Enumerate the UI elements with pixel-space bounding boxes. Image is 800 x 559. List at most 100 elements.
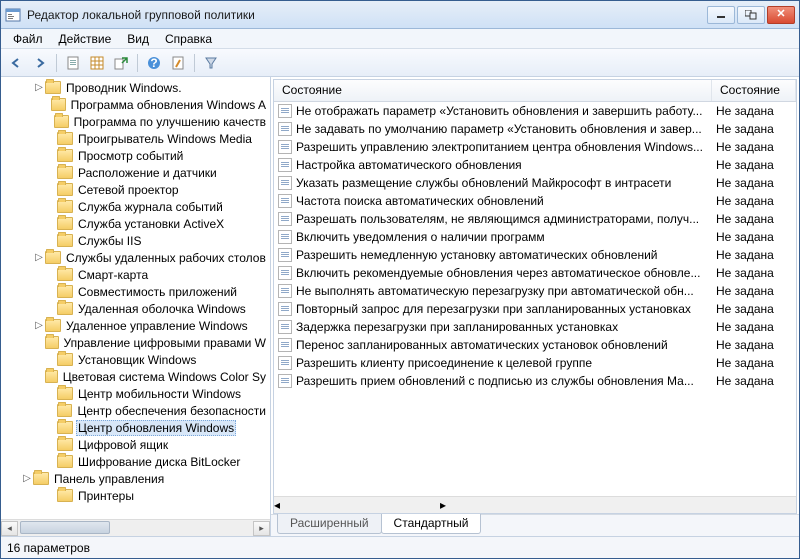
folder-icon bbox=[57, 149, 73, 162]
list-row[interactable]: Не отображать параметр «Установить обнов… bbox=[274, 102, 796, 120]
list-row[interactable]: Разрешить прием обновлений с подписью из… bbox=[274, 372, 796, 390]
list-row[interactable]: Включить рекомендуемые обновления через … bbox=[274, 264, 796, 282]
policy-name: Перенос запланированных автоматических у… bbox=[296, 338, 716, 352]
tab-standard[interactable]: Стандартный bbox=[381, 514, 482, 534]
tree-item[interactable]: Служба установки ActiveX bbox=[1, 215, 270, 232]
list-row[interactable]: Перенос запланированных автоматических у… bbox=[274, 336, 796, 354]
list-row[interactable]: Разрешать пользователям, не являющимся а… bbox=[274, 210, 796, 228]
tab-extended[interactable]: Расширенный bbox=[277, 514, 382, 534]
list-row[interactable]: Разрешить управлению электропитанием цен… bbox=[274, 138, 796, 156]
list-row[interactable]: Не задавать по умолчанию параметр «Устан… bbox=[274, 120, 796, 138]
policy-icon bbox=[278, 248, 292, 262]
tree-item[interactable]: ▷Проводник Windows. bbox=[1, 79, 270, 96]
tree-item[interactable]: Центр мобильности Windows bbox=[1, 385, 270, 402]
tree-item[interactable]: Службы IIS bbox=[1, 232, 270, 249]
tree-hscroll[interactable]: ◂ ▸ bbox=[1, 519, 270, 536]
list-row[interactable]: Повторный запрос для перезагрузки при за… bbox=[274, 300, 796, 318]
toolbar-sheet-icon[interactable] bbox=[62, 52, 84, 74]
tree-item[interactable]: Просмотр событий bbox=[1, 147, 270, 164]
list-hscroll[interactable]: ◂ ▸ bbox=[274, 496, 796, 513]
list-row[interactable]: Включить уведомления о наличии программН… bbox=[274, 228, 796, 246]
toolbar-properties-icon[interactable] bbox=[167, 52, 189, 74]
expand-icon[interactable]: ▷ bbox=[33, 82, 45, 93]
tree-item[interactable]: Проигрыватель Windows Media bbox=[1, 130, 270, 147]
scroll-thumb[interactable] bbox=[20, 521, 110, 534]
toolbar-export-icon[interactable] bbox=[110, 52, 132, 74]
list-row[interactable]: Разрешить клиенту присоединение к целево… bbox=[274, 354, 796, 372]
column-state[interactable]: Состояние bbox=[712, 80, 796, 101]
tree-item[interactable]: Сетевой проектор bbox=[1, 181, 270, 198]
folder-icon bbox=[45, 319, 61, 332]
tree-list[interactable]: ▷Проводник Windows. Программа обновления … bbox=[1, 77, 270, 519]
tree-item[interactable]: Управление цифровыми правами W bbox=[1, 334, 270, 351]
menu-action[interactable]: Действие bbox=[51, 30, 120, 48]
folder-icon bbox=[57, 200, 73, 213]
policy-name: Разрешить прием обновлений с подписью из… bbox=[296, 374, 716, 388]
list-row[interactable]: Задержка перезагрузки при запланированны… bbox=[274, 318, 796, 336]
tree-item-label: Цифровой ящик bbox=[76, 438, 170, 452]
policy-name: Повторный запрос для перезагрузки при за… bbox=[296, 302, 716, 316]
column-name[interactable]: Состояние bbox=[274, 80, 712, 101]
back-button[interactable] bbox=[5, 52, 27, 74]
forward-button[interactable] bbox=[29, 52, 51, 74]
policy-state: Не задана bbox=[716, 284, 794, 298]
tree-item-label: Сетевой проектор bbox=[76, 183, 181, 197]
tree-item[interactable]: Совместимость приложений bbox=[1, 283, 270, 300]
menu-help[interactable]: Справка bbox=[157, 30, 220, 48]
tree-item-label: Программа по улучшению качеств bbox=[72, 115, 268, 129]
tree-item[interactable]: ▷Панель управления bbox=[1, 470, 270, 487]
maximize-button[interactable] bbox=[737, 6, 765, 24]
expand-icon[interactable]: ▷ bbox=[33, 252, 45, 263]
tree-item[interactable]: Центр обновления Windows bbox=[1, 419, 270, 436]
folder-icon bbox=[57, 268, 73, 281]
list-row[interactable]: Указать размещение службы обновлений Май… bbox=[274, 174, 796, 192]
list-body[interactable]: Не отображать параметр «Установить обнов… bbox=[274, 102, 796, 496]
tree-item[interactable]: Программа обновления Windows A bbox=[1, 96, 270, 113]
tree-item[interactable]: Цветовая система Windows Color Sy bbox=[1, 368, 270, 385]
policy-icon bbox=[278, 356, 292, 370]
help-button[interactable]: ? bbox=[143, 52, 165, 74]
tree-item[interactable]: Смарт-карта bbox=[1, 266, 270, 283]
close-button[interactable]: ✕ bbox=[767, 6, 795, 24]
list-row[interactable]: Частота поиска автоматических обновлений… bbox=[274, 192, 796, 210]
minimize-button[interactable] bbox=[707, 6, 735, 24]
expand-icon[interactable]: ▷ bbox=[21, 473, 33, 484]
scroll-track[interactable] bbox=[18, 521, 253, 536]
policy-state: Не задана bbox=[716, 104, 794, 118]
folder-icon bbox=[45, 251, 61, 264]
scroll-right-button[interactable]: ▸ bbox=[440, 498, 446, 512]
tree-item-label: Расположение и датчики bbox=[76, 166, 219, 180]
tree-item[interactable]: Расположение и датчики bbox=[1, 164, 270, 181]
scroll-right-button[interactable]: ▸ bbox=[253, 521, 270, 536]
tree-item[interactable]: Цифровой ящик bbox=[1, 436, 270, 453]
list-row[interactable]: Не выполнять автоматическую перезагрузку… bbox=[274, 282, 796, 300]
tree-item[interactable]: Служба журнала событий bbox=[1, 198, 270, 215]
menu-file[interactable]: Файл bbox=[5, 30, 51, 48]
list-row[interactable]: Разрешить немедленную установку автомати… bbox=[274, 246, 796, 264]
tree-item[interactable]: Принтеры bbox=[1, 487, 270, 504]
tree-item-label: Совместимость приложений bbox=[76, 285, 239, 299]
tree-item-label: Программа обновления Windows A bbox=[69, 98, 268, 112]
list-row[interactable]: Настройка автоматического обновленияНе з… bbox=[274, 156, 796, 174]
tree-item-label: Служба установки ActiveX bbox=[76, 217, 226, 231]
tree-item[interactable]: Установщик Windows bbox=[1, 351, 270, 368]
folder-icon bbox=[57, 183, 73, 196]
policy-state: Не задана bbox=[716, 230, 794, 244]
folder-icon bbox=[51, 98, 65, 111]
tree-item[interactable]: Шифрование диска BitLocker bbox=[1, 453, 270, 470]
tree-item[interactable]: ▷ Службы удаленных рабочих столов bbox=[1, 249, 270, 266]
tree-item[interactable]: Удаленная оболочка Windows bbox=[1, 300, 270, 317]
expand-icon[interactable]: ▷ bbox=[33, 320, 45, 331]
titlebar[interactable]: Редактор локальной групповой политики ✕ bbox=[1, 1, 799, 29]
folder-icon bbox=[57, 387, 73, 400]
tree-item-label: Службы удаленных рабочих столов bbox=[64, 251, 268, 265]
tree-item[interactable]: Центр обеспечения безопасности bbox=[1, 402, 270, 419]
filter-button[interactable] bbox=[200, 52, 222, 74]
tree-item[interactable]: Программа по улучшению качеств bbox=[1, 113, 270, 130]
menu-view[interactable]: Вид bbox=[119, 30, 157, 48]
scroll-left-button[interactable]: ◂ bbox=[274, 498, 280, 512]
tree-item-label: Центр обновления Windows bbox=[76, 420, 236, 436]
scroll-left-button[interactable]: ◂ bbox=[1, 521, 18, 536]
toolbar-grid-icon[interactable] bbox=[86, 52, 108, 74]
tree-item[interactable]: ▷Удаленное управление Windows bbox=[1, 317, 270, 334]
